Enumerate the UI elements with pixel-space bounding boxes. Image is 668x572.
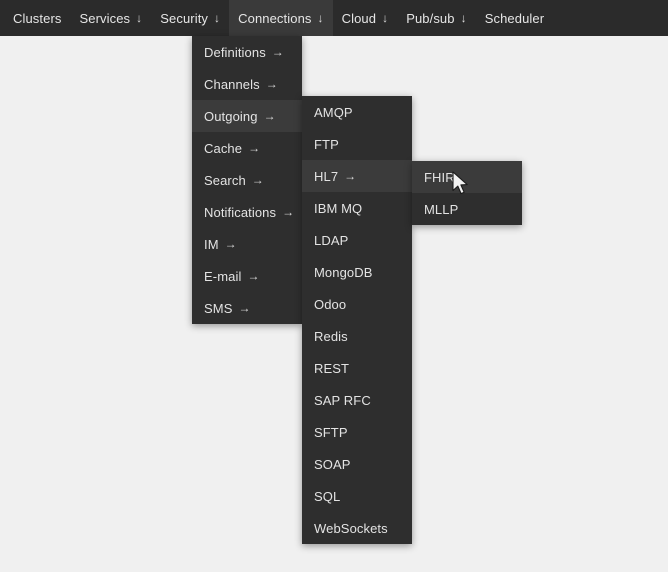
- menu-item-fhir[interactable]: FHIR: [412, 161, 522, 193]
- chevron-down-icon: ↓: [460, 11, 467, 25]
- menu-item-label: IBM MQ: [314, 200, 363, 216]
- menu-item-odoo[interactable]: Odoo: [302, 288, 412, 320]
- menu-item-label: FTP: [314, 136, 339, 152]
- menu-item-im[interactable]: IM →: [192, 228, 302, 260]
- topbar-item-connections[interactable]: Connections ↓: [229, 0, 333, 36]
- menu-item-label: MongoDB: [314, 264, 373, 280]
- menu-item-cache[interactable]: Cache →: [192, 132, 302, 164]
- menu-item-sql[interactable]: SQL: [302, 480, 412, 512]
- menu-item-label: FHIR: [424, 169, 455, 185]
- menu-item-ibm-mq[interactable]: IBM MQ: [302, 192, 412, 224]
- menu-item-label: SMS: [204, 300, 233, 316]
- menu-item-mllp[interactable]: MLLP: [412, 193, 522, 225]
- menu-item-search[interactable]: Search →: [192, 164, 302, 196]
- menu-item-sftp[interactable]: SFTP: [302, 416, 412, 448]
- menu-item-label: Channels: [204, 76, 260, 92]
- menu-item-label: SQL: [314, 488, 341, 504]
- menu-item-e-mail[interactable]: E-mail →: [192, 260, 302, 292]
- submenu-arrow-right-icon: →: [224, 237, 237, 251]
- chevron-down-icon: ↓: [214, 11, 221, 25]
- submenu-arrow-right-icon: →: [238, 301, 251, 315]
- submenu-arrow-right-icon: →: [248, 141, 261, 155]
- menu-item-label: E-mail: [204, 268, 242, 284]
- menu-item-ftp[interactable]: FTP: [302, 128, 412, 160]
- menu-item-label: SFTP: [314, 424, 348, 440]
- menu-item-label: LDAP: [314, 232, 349, 248]
- menu-item-ldap[interactable]: LDAP: [302, 224, 412, 256]
- topbar-item-label: Services: [79, 10, 131, 26]
- menu-item-label: Definitions: [204, 44, 266, 60]
- topbar-item-label: Security: [160, 10, 209, 26]
- topbar-item-pub-sub[interactable]: Pub/sub ↓: [397, 0, 476, 36]
- menu-item-channels[interactable]: Channels →: [192, 68, 302, 100]
- menu-item-hl7[interactable]: HL7 →: [302, 160, 412, 192]
- menu-item-label: AMQP: [314, 104, 353, 120]
- dropdown-menu-outgoing: AMQP FTP HL7 → IBM MQ LDAP MongoDB Odoo Redis RES…: [302, 96, 412, 544]
- topbar-item-label: Cloud: [341, 10, 377, 26]
- chevron-down-icon: ↓: [136, 11, 143, 25]
- topbar-item-label: Scheduler: [484, 10, 545, 26]
- chevron-down-icon: ↓: [382, 11, 389, 25]
- menu-item-label: SOAP: [314, 456, 351, 472]
- menu-item-notifications[interactable]: Notifications →: [192, 196, 302, 228]
- menu-item-label: IM: [204, 236, 219, 252]
- menu-item-label: Outgoing: [204, 108, 258, 124]
- topbar-item-label: Connections: [238, 10, 312, 26]
- submenu-arrow-right-icon: →: [271, 45, 284, 59]
- menu-item-soap[interactable]: SOAP: [302, 448, 412, 480]
- menu-item-label: REST: [314, 360, 350, 376]
- menu-item-sap-rfc[interactable]: SAP RFC: [302, 384, 412, 416]
- topbar-item-services[interactable]: Services ↓: [70, 0, 151, 36]
- topbar-item-label: Clusters: [13, 10, 62, 26]
- menu-item-definitions[interactable]: Definitions →: [192, 36, 302, 68]
- menu-item-label: Search: [204, 172, 246, 188]
- menu-item-label: Redis: [314, 328, 348, 344]
- chevron-down-icon: ↓: [317, 11, 324, 25]
- menu-item-label: MLLP: [424, 201, 459, 217]
- menu-item-label: HL7: [314, 168, 339, 184]
- topbar-item-scheduler[interactable]: Scheduler: [476, 0, 553, 36]
- dropdown-menu-connections: Definitions → Channels → Outgoing → Cache → Sear…: [192, 36, 302, 324]
- menu-item-label: Cache: [204, 140, 243, 156]
- submenu-arrow-right-icon: →: [265, 77, 278, 91]
- submenu-arrow-right-icon: →: [251, 173, 264, 187]
- topbar-item-label: Pub/sub: [406, 10, 455, 26]
- menu-item-amqp[interactable]: AMQP: [302, 96, 412, 128]
- submenu-arrow-right-icon: →: [247, 269, 260, 283]
- menu-item-websockets[interactable]: WebSockets: [302, 512, 412, 544]
- submenu-arrow-right-icon: →: [344, 169, 357, 183]
- top-menu-bar: Clusters Services ↓ Security ↓ Connections ↓ Cl…: [0, 0, 668, 36]
- menu-item-outgoing[interactable]: Outgoing →: [192, 100, 302, 132]
- dropdown-menu-hl7: FHIR MLLP: [412, 161, 522, 225]
- topbar-item-security[interactable]: Security ↓: [151, 0, 229, 36]
- menu-item-label: Notifications: [204, 204, 277, 220]
- menu-item-label: SAP RFC: [314, 392, 371, 408]
- menu-item-label: Odoo: [314, 296, 347, 312]
- menu-item-label: WebSockets: [314, 520, 388, 536]
- menu-item-rest[interactable]: REST: [302, 352, 412, 384]
- menu-item-redis[interactable]: Redis: [302, 320, 412, 352]
- topbar-item-clusters[interactable]: Clusters: [4, 0, 70, 36]
- submenu-arrow-right-icon: →: [282, 205, 295, 219]
- submenu-arrow-right-icon: →: [263, 109, 276, 123]
- menu-item-mongodb[interactable]: MongoDB: [302, 256, 412, 288]
- menu-item-sms[interactable]: SMS →: [192, 292, 302, 324]
- topbar-item-cloud[interactable]: Cloud ↓: [333, 0, 398, 36]
